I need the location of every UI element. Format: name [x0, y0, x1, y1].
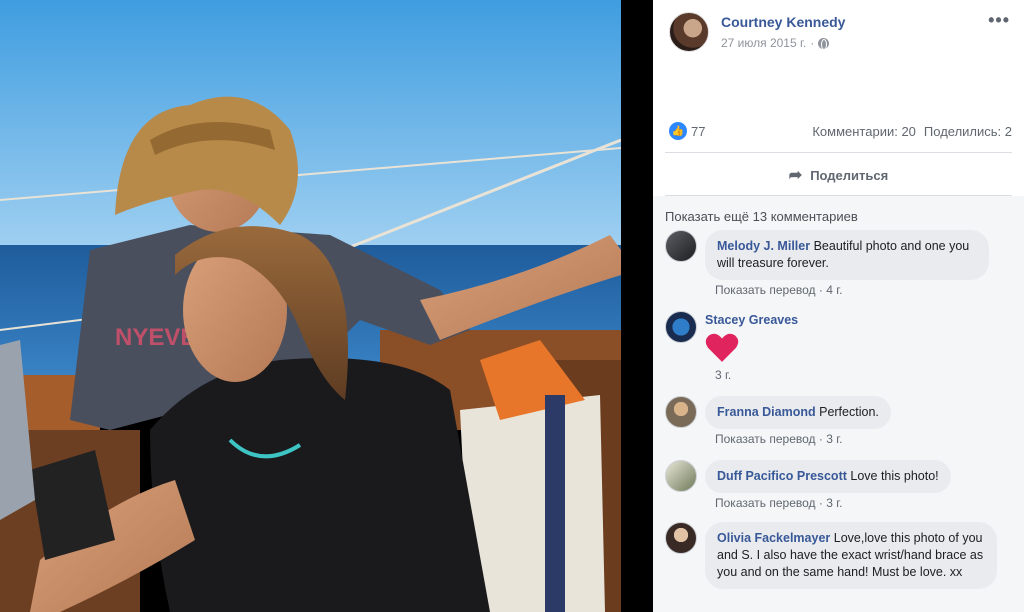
commenter-avatar[interactable] — [665, 230, 697, 262]
post-sidebar: Courtney Kennedy 27 июля 2015 г. · ••• 👍… — [653, 0, 1024, 612]
reactions-row: 👍 77 Комментарии: 20 Поделились: 2 — [669, 120, 1012, 142]
comment-text: Perfection. — [819, 405, 879, 419]
share-count[interactable]: Поделились: 2 — [924, 124, 1012, 139]
commenter-avatar[interactable] — [665, 460, 697, 492]
commenter-avatar[interactable] — [665, 311, 697, 343]
comment-time[interactable]: 3 г. — [826, 496, 842, 510]
commenter-name[interactable]: Stacey Greaves — [705, 313, 798, 327]
comment-time[interactable]: 4 г. — [826, 283, 842, 297]
comment-item: Stacey Greaves 3 г. — [665, 311, 1012, 385]
like-count[interactable]: 77 — [691, 124, 705, 139]
commenter-name[interactable]: Olivia Fackelmayer — [717, 531, 830, 545]
commenter-avatar[interactable] — [665, 522, 697, 554]
divider — [665, 152, 1012, 153]
translate-link[interactable]: Показать перевод — [715, 496, 816, 510]
comment-header: Stacey Greaves — [705, 313, 798, 327]
translate-link[interactable]: Показать перевод — [715, 283, 816, 297]
share-button[interactable]: ➦ Поделиться — [665, 158, 1012, 192]
meta-separator: · — [810, 36, 815, 50]
comment-count[interactable]: Комментарии: 20 — [812, 124, 916, 139]
comment-actions: 3 г. — [715, 368, 731, 382]
comment-item: Melody J. Miller Beautiful photo and one… — [665, 230, 1012, 302]
commenter-name[interactable]: Duff Pacifico Prescott — [717, 469, 847, 483]
share-icon: ➦ — [788, 167, 803, 184]
photo-gap — [621, 0, 653, 612]
shirt-text: NYEVE — [115, 324, 196, 351]
comment-item: Olivia Fackelmayer Love,love this photo … — [665, 522, 1012, 612]
translate-link[interactable]: Показать перевод — [715, 432, 816, 446]
comment-text: Love this photo! — [850, 469, 939, 483]
comment-item: Duff Pacifico Prescott Love this photo! … — [665, 460, 1012, 516]
comment-actions: Показать перевод · 3 г. — [715, 432, 843, 446]
post-stats: Комментарии: 20 Поделились: 2 — [812, 124, 1012, 139]
post-date[interactable]: 27 июля 2015 г. — [721, 36, 806, 50]
comment-actions: Показать перевод · 3 г. — [715, 496, 843, 510]
post-photo[interactable]: NYEVE — [0, 0, 621, 612]
commenter-name[interactable]: Franna Diamond — [717, 405, 816, 419]
comment-bubble: Franna Diamond Perfection. — [705, 396, 891, 429]
comment-item: Franna Diamond Perfection. Показать пере… — [665, 396, 1012, 452]
comment-time[interactable]: 3 г. — [715, 368, 731, 382]
author-avatar[interactable] — [669, 12, 709, 52]
author-name[interactable]: Courtney Kennedy — [721, 14, 845, 30]
comment-bubble: Olivia Fackelmayer Love,love this photo … — [705, 522, 997, 589]
more-options-icon[interactable]: ••• — [988, 10, 1010, 31]
commenter-avatar[interactable] — [665, 396, 697, 428]
comment-time[interactable]: 3 г. — [826, 432, 842, 446]
show-more-comments-link[interactable]: Показать ещё 13 комментариев — [665, 209, 858, 224]
comment-bubble: Melody J. Miller Beautiful photo and one… — [705, 230, 989, 280]
globe-icon — [818, 37, 830, 50]
commenter-name[interactable]: Melody J. Miller — [717, 239, 810, 253]
comment-bubble: Duff Pacifico Prescott Love this photo! — [705, 460, 951, 493]
heart-icon — [705, 333, 739, 362]
comment-actions: Показать перевод · 4 г. — [715, 283, 843, 297]
post-header: Courtney Kennedy 27 июля 2015 г. · ••• — [653, 0, 1024, 100]
post-meta: 27 июля 2015 г. · — [721, 36, 830, 50]
photo-illustration: NYEVE — [0, 0, 621, 612]
share-label: Поделиться — [810, 167, 889, 183]
like-icon: 👍 — [669, 122, 687, 140]
